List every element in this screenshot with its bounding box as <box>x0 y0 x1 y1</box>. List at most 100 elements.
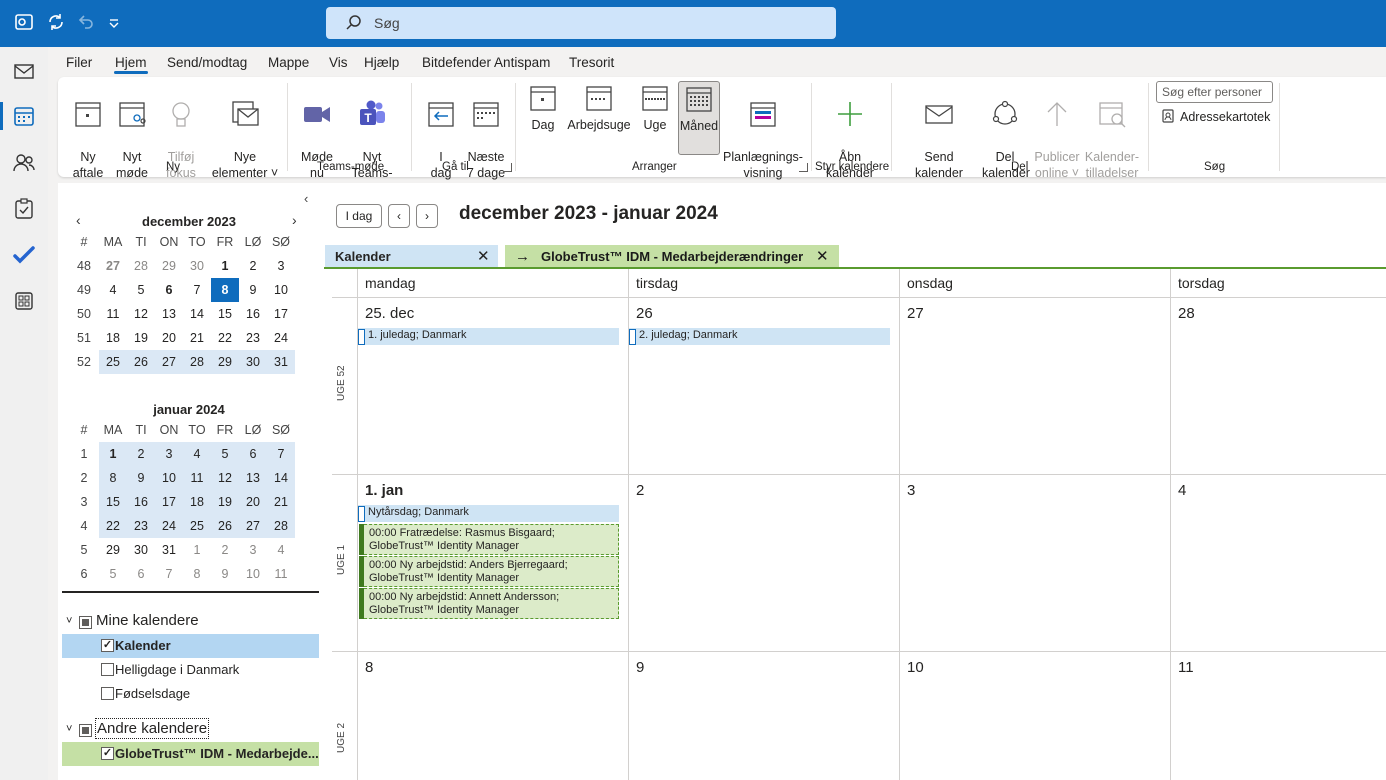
minical-day[interactable]: 7 <box>183 278 211 302</box>
todo-icon[interactable] <box>12 243 36 267</box>
minical-day[interactable]: 19 <box>211 490 239 514</box>
menu-hjem[interactable]: Hjem <box>115 55 147 70</box>
minical-day[interactable]: 9 <box>211 562 239 586</box>
minical-week-number[interactable]: 49 <box>70 278 98 302</box>
tab-kalender[interactable]: Kalender ✕ <box>325 245 498 268</box>
scheduling-view-button[interactable]: Planlægnings- visning <box>722 83 804 181</box>
minical-day[interactable]: 18 <box>99 326 127 350</box>
event-ny-arbejdstid-annett[interactable]: 00:00 Ny arbejdstid: Annett Andersson; G… <box>359 588 619 619</box>
menu-mappe[interactable]: Mappe <box>268 55 309 70</box>
minical-day[interactable]: 15 <box>99 490 127 514</box>
search-box[interactable]: Søg <box>326 7 836 39</box>
kalender-checkbox[interactable]: ✓ <box>101 639 114 652</box>
minical-day[interactable]: 7 <box>155 562 183 586</box>
week-label-2[interactable]: UGE 2 <box>336 723 347 753</box>
day-cell-date[interactable]: 9 <box>636 659 644 676</box>
minical-day[interactable]: 10 <box>155 466 183 490</box>
close-tab-kalender-icon[interactable]: ✕ <box>477 245 490 268</box>
minical-day[interactable]: 7 <box>267 442 295 466</box>
minical-day[interactable]: 22 <box>211 326 239 350</box>
minical-day[interactable]: 6 <box>127 562 155 586</box>
minical-day[interactable]: 9 <box>239 278 267 302</box>
minical-day[interactable]: 1 <box>211 254 239 278</box>
minical-day[interactable]: 28 <box>267 514 295 538</box>
day-cell-date[interactable]: 8 <box>365 659 373 676</box>
minical-week-number[interactable]: 2 <box>70 466 98 490</box>
minical-day[interactable]: 6 <box>239 442 267 466</box>
minical-day[interactable]: 13 <box>155 302 183 326</box>
next-period-button[interactable]: › <box>416 204 438 228</box>
minical-day[interactable]: 27 <box>239 514 267 538</box>
minical-day[interactable]: 27 <box>99 254 127 278</box>
minical-day[interactable]: 25 <box>183 514 211 538</box>
mine-group-checkbox[interactable] <box>79 616 92 629</box>
minical-day[interactable]: 24 <box>267 326 295 350</box>
minical-day[interactable]: 31 <box>267 350 295 374</box>
new-appointment-button[interactable]: Ny aftale <box>68 83 108 181</box>
view-day-button[interactable]: Dag <box>528 83 558 133</box>
minical-day[interactable]: 11 <box>183 466 211 490</box>
minical-day[interactable]: 16 <box>127 490 155 514</box>
minical-day[interactable]: 15 <box>211 302 239 326</box>
minical-day[interactable]: 22 <box>99 514 127 538</box>
apps-icon[interactable] <box>12 289 36 313</box>
minical-day[interactable]: 2 <box>211 538 239 562</box>
minical-day[interactable]: 23 <box>239 326 267 350</box>
minical-day[interactable]: 14 <box>183 302 211 326</box>
minical-day[interactable]: 16 <box>239 302 267 326</box>
event-ny-arbejdstid-anders[interactable]: 00:00 Ny arbejdstid: Anders Bjerregaard;… <box>359 556 619 587</box>
minical-day[interactable]: 12 <box>211 466 239 490</box>
minical-day[interactable]: 3 <box>267 254 295 278</box>
helligdage-checkbox[interactable] <box>101 663 114 676</box>
minical-day[interactable]: 20 <box>239 490 267 514</box>
minical-day[interactable]: 29 <box>155 254 183 278</box>
minical-day[interactable]: 9 <box>127 466 155 490</box>
menu-hjaelp[interactable]: Hjælp <box>364 55 399 70</box>
day-cell-date[interactable]: 3 <box>907 482 915 499</box>
email-calendar-button[interactable]: Send kalender via mail <box>900 83 978 197</box>
minical-day[interactable]: 3 <box>155 442 183 466</box>
people-search-input[interactable]: Søg efter personer <box>1156 81 1273 103</box>
minical-day[interactable]: 4 <box>267 538 295 562</box>
globetrust-checkbox[interactable]: ✓ <box>101 747 114 760</box>
minical-day[interactable]: 8 <box>183 562 211 586</box>
minical-week-number[interactable]: 51 <box>70 326 98 350</box>
minical-day[interactable]: 30 <box>127 538 155 562</box>
minical-day[interactable]: 18 <box>183 490 211 514</box>
add-focus-time-button[interactable]: Tilføj fokus Tid <box>156 83 206 197</box>
day-cell-date[interactable]: 26 <box>636 305 653 322</box>
minical-day[interactable]: 13 <box>239 466 267 490</box>
minical-day[interactable]: 8 <box>211 278 239 302</box>
dialog-launcher-icon[interactable] <box>799 163 808 172</box>
minical-day[interactable]: 25 <box>99 350 127 374</box>
previous-period-button[interactable]: ‹ <box>388 204 410 228</box>
minical-week-number[interactable]: 50 <box>70 302 98 326</box>
people-icon[interactable] <box>12 151 36 175</box>
view-week-button[interactable]: Uge <box>639 83 671 133</box>
menu-bitdefender[interactable]: Bitdefender Antispam <box>422 55 550 70</box>
new-items-button[interactable]: Nye elementer ˅ <box>210 83 280 181</box>
menu-filer[interactable]: Filer <box>66 55 92 70</box>
overlay-arrow-icon[interactable]: → <box>515 245 530 268</box>
new-meeting-button[interactable]: Nyt møde <box>114 83 150 181</box>
day-cell-date[interactable]: 2 <box>636 482 644 499</box>
minical-day[interactable]: 11 <box>267 562 295 586</box>
event-1-juledag[interactable]: 1. juledag; Danmark <box>358 328 619 345</box>
mail-icon[interactable] <box>12 59 36 83</box>
day-cell-date[interactable]: 4 <box>1178 482 1186 499</box>
minical-day[interactable]: 6 <box>155 278 183 302</box>
minical-week-number[interactable]: 3 <box>70 490 98 514</box>
day-cell-date[interactable]: 27 <box>907 305 924 322</box>
minical-day[interactable]: 24 <box>155 514 183 538</box>
customize-toolbar-icon[interactable] <box>103 12 125 34</box>
event-2-juledag[interactable]: 2. juledag; Danmark <box>629 328 890 345</box>
menu-tresorit[interactable]: Tresorit <box>569 55 614 70</box>
minical-day[interactable]: 3 <box>239 538 267 562</box>
minical-day[interactable]: 23 <box>127 514 155 538</box>
minical-day[interactable]: 17 <box>155 490 183 514</box>
andre-group-checkbox[interactable] <box>79 724 92 737</box>
collapse-pane-icon[interactable]: ‹ <box>304 191 308 206</box>
minical-day[interactable]: 17 <box>267 302 295 326</box>
day-cell-date[interactable]: 25. dec <box>365 305 414 322</box>
go-to-today-button[interactable]: I dag <box>336 204 382 228</box>
